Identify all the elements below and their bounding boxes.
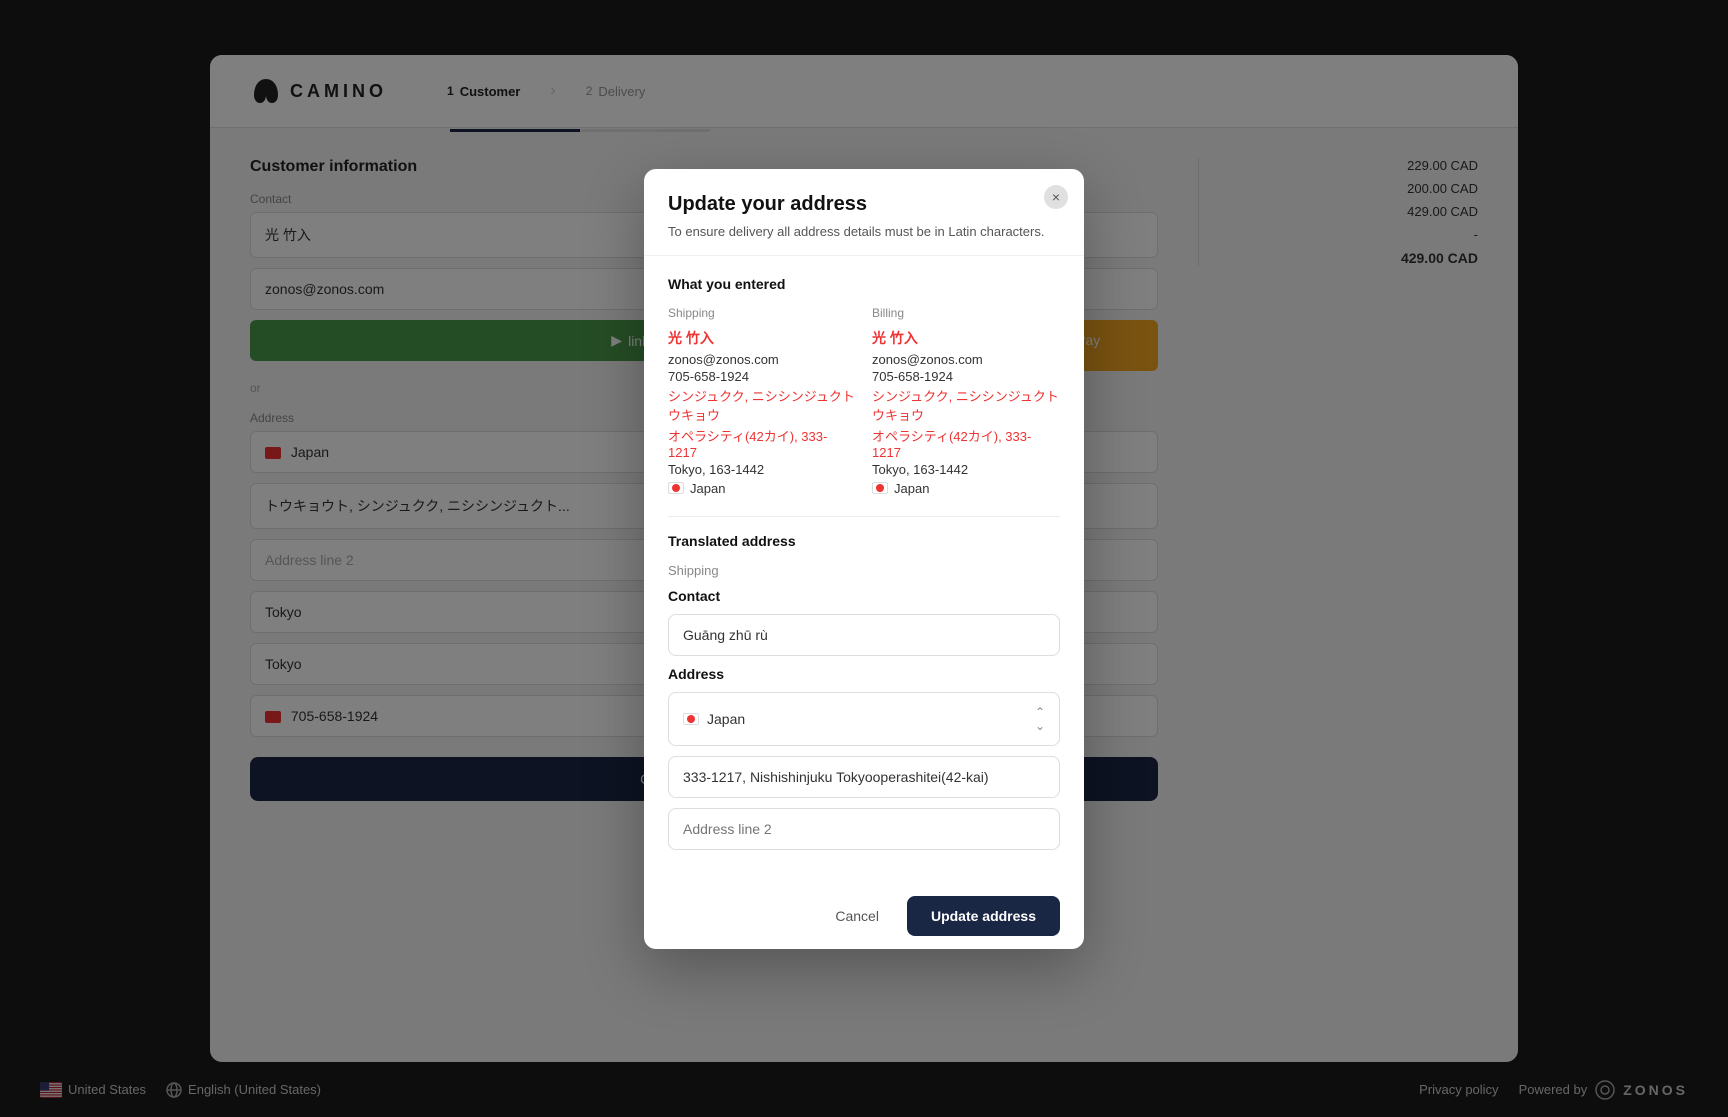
- what-you-entered-title: What you entered: [668, 276, 1060, 292]
- modal-body: What you entered Shipping 光 竹入 zonos@zon…: [644, 256, 1084, 880]
- modal-overlay: Update your address To ensure delivery a…: [0, 0, 1728, 1117]
- japan-flag-billing-icon: [872, 482, 888, 494]
- billing-column: Billing 光 竹入 zonos@zonos.com 705-658-192…: [872, 306, 1060, 496]
- modal-header: Update your address To ensure delivery a…: [644, 169, 1084, 256]
- billing-address-line2: オペラシティ(42カイ), 333-1217: [872, 426, 1060, 460]
- cancel-button[interactable]: Cancel: [819, 898, 895, 934]
- translated-shipping-label: Shipping: [668, 563, 1060, 578]
- billing-phone: 705-658-1924: [872, 369, 1060, 384]
- modal-footer: Cancel Update address: [644, 880, 1084, 949]
- update-address-button[interactable]: Update address: [907, 896, 1060, 936]
- shipping-column: Shipping 光 竹入 zonos@zonos.com 705-658-19…: [668, 306, 856, 496]
- shipping-country: Japan: [668, 481, 856, 496]
- shipping-email: zonos@zonos.com: [668, 352, 856, 367]
- chevron-icon: ⌃⌄: [1035, 705, 1045, 733]
- modal-title: Update your address: [668, 193, 1060, 216]
- translated-address-title: Translated address: [668, 533, 1060, 549]
- billing-email: zonos@zonos.com: [872, 352, 1060, 367]
- shipping-address-line1: シンジュクク, ニシシンジュクトウキョウ: [668, 386, 856, 424]
- shipping-address-line2: オペラシティ(42カイ), 333-1217: [668, 426, 856, 460]
- shipping-name: 光 竹入: [668, 328, 856, 348]
- update-address-modal: Update your address To ensure delivery a…: [644, 169, 1084, 949]
- billing-city: Tokyo, 163-1442: [872, 462, 1060, 477]
- address-columns: Shipping 光 竹入 zonos@zonos.com 705-658-19…: [668, 306, 1060, 496]
- shipping-phone: 705-658-1924: [668, 369, 856, 384]
- address-line1-input[interactable]: [668, 756, 1060, 798]
- address-line2-input[interactable]: [668, 808, 1060, 850]
- billing-country: Japan: [872, 481, 1060, 496]
- billing-address-line1: シンジュクク, ニシシンジュクトウキョウ: [872, 386, 1060, 424]
- country-select-value: Japan: [707, 711, 745, 727]
- modal-subtitle: To ensure delivery all address details m…: [668, 224, 1060, 239]
- japan-select-flag-icon: [683, 713, 699, 725]
- japan-flag-icon: [668, 482, 684, 494]
- contact-section-label: Contact: [668, 588, 1060, 604]
- modal-close-button[interactable]: ×: [1044, 185, 1068, 209]
- shipping-city: Tokyo, 163-1442: [668, 462, 856, 477]
- address-section-label: Address: [668, 666, 1060, 682]
- country-selector[interactable]: Japan ⌃⌄: [668, 692, 1060, 746]
- billing-name: 光 竹入: [872, 328, 1060, 348]
- section-divider: [668, 516, 1060, 517]
- contact-input[interactable]: [668, 614, 1060, 656]
